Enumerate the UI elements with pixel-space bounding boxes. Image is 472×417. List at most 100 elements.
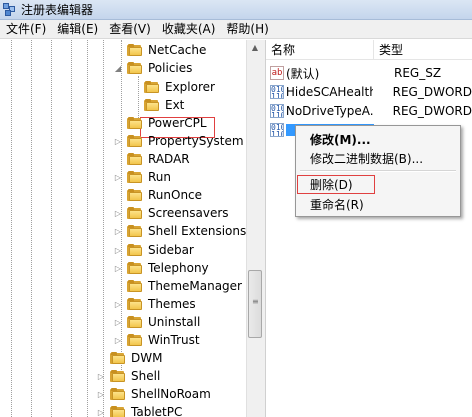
- expand-arrow-icon[interactable]: ▷: [114, 300, 122, 309]
- tree-item-label: DWM: [131, 351, 163, 365]
- folder-icon: [127, 117, 142, 129]
- expand-arrow-icon[interactable]: ▷: [114, 246, 122, 255]
- value-type: REG_DWORD: [392, 104, 472, 118]
- column-headers: 名称 类型: [266, 40, 472, 60]
- value-row-nodrivetypeautorun[interactable]: 010110 NoDriveTypeA... REG_DWORD: [266, 101, 472, 121]
- dword-value-icon: 010110: [270, 104, 284, 118]
- folder-icon: [110, 352, 125, 364]
- dword-value-icon: 010110: [270, 85, 284, 99]
- expand-arrow-icon[interactable]: ▷: [97, 372, 105, 381]
- value-name: (默认): [286, 66, 320, 81]
- folder-icon: [127, 316, 142, 328]
- context-menu: 修改(M)... 修改二进制数据(B)... 删除(D) 重命名(R): [295, 125, 461, 217]
- tree-item-label: Ext: [165, 98, 185, 112]
- tree-item-policies[interactable]: Policies: [127, 59, 194, 77]
- folder-icon: [127, 153, 142, 165]
- tree-item-shellnoroam[interactable]: ShellNoRoam: [110, 385, 213, 403]
- title-bar: 注册表编辑器: [0, 0, 472, 20]
- tree-item-propertysystem[interactable]: PropertySystem: [127, 132, 246, 150]
- tree-item-runonce[interactable]: RunOnce: [127, 186, 204, 204]
- menu-file[interactable]: 文件(F): [0, 20, 51, 38]
- tree-item-label: Policies: [148, 61, 193, 75]
- folder-icon: [127, 171, 142, 183]
- menu-item-rename[interactable]: 重命名(R): [310, 197, 364, 213]
- menu-help[interactable]: 帮助(H): [220, 20, 273, 38]
- folder-icon: [127, 189, 142, 201]
- tree-item-explorer[interactable]: Explorer: [144, 78, 217, 96]
- value-name: NoDriveTypeA...: [285, 104, 373, 118]
- folder-icon: [127, 280, 142, 292]
- tree-item-label: NetCache: [148, 43, 207, 57]
- tree-item-radar[interactable]: RADAR: [127, 150, 192, 168]
- folder-open-icon: [144, 81, 159, 93]
- tree-item-label: Run: [148, 170, 172, 184]
- value-row-default[interactable]: ab (默认) REG_SZ: [266, 63, 472, 83]
- values-list[interactable]: 名称 类型 ab (默认) REG_SZ 010110 HideSCAHealt…: [266, 40, 472, 417]
- menu-separator: [300, 170, 456, 172]
- tree-item-label: TabletPC: [131, 405, 183, 417]
- tree-item-themes[interactable]: Themes: [127, 295, 198, 313]
- folder-icon: [127, 225, 142, 237]
- tree-vertical-scrollbar[interactable]: ▲ ≡: [246, 40, 262, 417]
- folder-icon: [144, 99, 159, 111]
- tree-item-dwm[interactable]: DWM: [110, 349, 164, 367]
- tree-item-shell-extensions[interactable]: Shell Extensions: [127, 222, 246, 240]
- folder-icon: [127, 334, 142, 346]
- expand-arrow-icon[interactable]: ▷: [114, 209, 122, 218]
- tree-item-sidebar[interactable]: Sidebar: [127, 241, 196, 259]
- folder-open-icon: [127, 62, 142, 74]
- folder-icon: [110, 388, 125, 400]
- tree-item-label: RunOnce: [148, 188, 203, 202]
- folder-icon: [127, 262, 142, 274]
- scroll-grip-icon: ≡: [252, 297, 259, 306]
- value-row-hidescahealth[interactable]: 010110 HideSCAHealth REG_DWORD: [266, 82, 472, 102]
- menu-item-modify-binary[interactable]: 修改二进制数据(B)...: [310, 151, 423, 167]
- tree-item-wintrust[interactable]: WinTrust: [127, 331, 202, 349]
- value-type: REG_DWORD: [392, 85, 472, 99]
- expand-arrow-icon[interactable]: ▷: [114, 137, 122, 146]
- collapse-arrow-icon[interactable]: ◢: [114, 64, 122, 73]
- tree-item-uninstall[interactable]: Uninstall: [127, 313, 202, 331]
- tree-item-label: PropertySystem: [148, 134, 244, 148]
- tree-item-label: Shell Extensions: [148, 224, 246, 238]
- tree-item-label: Shell: [131, 369, 161, 383]
- tree-item-label: Uninstall: [148, 315, 201, 329]
- folder-icon: [127, 207, 142, 219]
- tree-item-screensavers[interactable]: Screensavers: [127, 204, 231, 222]
- tree-item-telephony[interactable]: Telephony: [127, 259, 211, 277]
- tree-item-tabletpc[interactable]: TabletPC: [110, 403, 184, 417]
- tree-item-ext[interactable]: Ext: [144, 96, 186, 114]
- tree-item-label: ThemeManager: [148, 279, 242, 293]
- scroll-up-arrow-icon[interactable]: ▲: [247, 40, 263, 56]
- expand-arrow-icon[interactable]: ▷: [114, 336, 122, 345]
- tree-guide-line: [31, 40, 32, 417]
- expand-arrow-icon[interactable]: ▷: [97, 408, 105, 417]
- menu-item-modify[interactable]: 修改(M)...: [310, 132, 371, 148]
- tree-item-thememanager[interactable]: ThemeManager: [127, 277, 244, 295]
- menu-view[interactable]: 查看(V): [103, 20, 156, 38]
- tree-item-powercpl[interactable]: PowerCPL: [127, 114, 209, 132]
- expand-arrow-icon[interactable]: ▷: [114, 173, 122, 182]
- registry-editor-icon: [3, 2, 17, 17]
- column-header-name[interactable]: 名称: [266, 40, 374, 59]
- tree-item-label: Telephony: [148, 261, 209, 275]
- menu-item-delete[interactable]: 删除(D): [310, 177, 353, 193]
- tree-item-netcache[interactable]: NetCache: [127, 41, 208, 59]
- tree-item-run[interactable]: Run: [127, 168, 173, 186]
- tree-item-label: RADAR: [148, 152, 190, 166]
- tree-item-label: WinTrust: [148, 333, 200, 347]
- window-title: 注册表编辑器: [21, 3, 94, 17]
- tree-item-label: Explorer: [165, 80, 215, 94]
- menu-edit[interactable]: 编辑(E): [51, 20, 103, 38]
- registry-tree[interactable]: NetCache ◢ Policies Explorer Ext PowerCP…: [0, 40, 246, 417]
- expand-arrow-icon[interactable]: ▷: [97, 390, 105, 399]
- value-type: REG_SZ: [394, 66, 442, 80]
- expand-arrow-icon[interactable]: ▷: [114, 318, 122, 327]
- menu-favorites[interactable]: 收藏夹(A): [156, 20, 221, 38]
- scroll-thumb[interactable]: ≡: [248, 270, 262, 338]
- tree-item-shell[interactable]: Shell: [110, 367, 162, 385]
- expand-arrow-icon[interactable]: ▷: [114, 227, 122, 236]
- column-header-type[interactable]: 类型: [374, 40, 403, 59]
- folder-icon: [127, 298, 142, 310]
- expand-arrow-icon[interactable]: ▷: [114, 264, 122, 273]
